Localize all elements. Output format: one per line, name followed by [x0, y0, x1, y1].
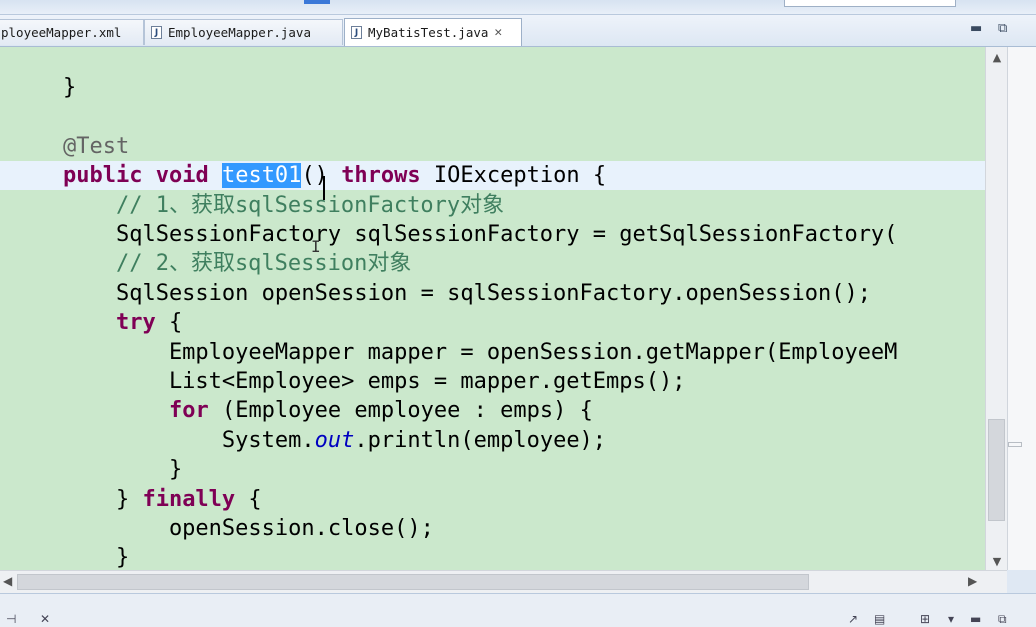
horizontal-scroll-thumb[interactable] [17, 574, 809, 590]
code-token: IOException { [420, 163, 607, 189]
tab-label: MyBatisTest.java [368, 25, 489, 40]
code-token: } [10, 75, 77, 100]
code-line: } [10, 73, 76, 102]
code-token: (Employee employee : emps) { [208, 398, 593, 424]
code-token: .println(employee); [354, 427, 607, 453]
code-line: // 1、获取sqlSessionFactory对象 [10, 191, 504, 220]
tab-label: ployeeMapper.xml [1, 25, 122, 40]
code-token: finally [142, 486, 236, 512]
pin-icon[interactable]: ↗ [848, 612, 858, 626]
minimize-icon[interactable]: ▬ [970, 21, 982, 36]
code-line: @Test [10, 132, 129, 161]
scroll-left-icon[interactable]: ◀ [3, 574, 12, 588]
code-line: } finally { [10, 485, 262, 514]
code-line: SqlSessionFactory sqlSessionFactory = ge… [10, 220, 897, 249]
code-token: SqlSessionFactory sqlSessionFactory = ge… [10, 222, 898, 247]
code-token: } [10, 457, 183, 483]
dropdown-icon[interactable]: ▾ [948, 612, 954, 626]
code-token: System. [10, 427, 315, 453]
editor-tab-bar: ployeeMapper.xml J EmployeeMapper.java J… [0, 15, 1036, 47]
close-icon[interactable]: ✕ [494, 25, 502, 40]
toolbar-highlight [304, 0, 330, 4]
overview-ruler [1007, 47, 1036, 570]
scroll-right-icon[interactable]: ▶ [968, 574, 977, 588]
tab-mybatistest-java[interactable]: J MyBatisTest.java ✕ [344, 18, 522, 46]
minimize-icon[interactable]: ▬ [970, 612, 981, 626]
code-token: for [168, 398, 209, 424]
code-token: EmployeeMapper mapper = openSession.getM… [10, 339, 898, 365]
code-token: @Test [10, 133, 130, 159]
close-icon[interactable]: ✕ [40, 612, 50, 626]
quick-access-field[interactable] [784, 0, 956, 7]
maximize-icon[interactable]: ⧉ [998, 612, 1007, 627]
code-line: try { [10, 308, 182, 337]
code-token: { [155, 310, 183, 336]
view-menu-icon[interactable]: ▤ [874, 612, 885, 626]
code-token: List<Employee> emps = mapper.getEmps(); [10, 369, 686, 394]
code-line: List<Employee> emps = mapper.getEmps(); [10, 367, 686, 396]
code-token: public [62, 163, 143, 189]
code-token: out [314, 427, 355, 453]
code-token: openSession.close(); [10, 516, 434, 541]
code-line: public void test01() throws IOException … [10, 161, 606, 190]
code-line: SqlSession openSession = sqlSessionFacto… [10, 279, 871, 308]
code-line: for (Employee employee : emps) { [10, 396, 593, 425]
code-line: openSession.close(); [10, 514, 434, 543]
code-line: // 2、获取sqlSession对象 [10, 249, 411, 278]
horizontal-scrollbar[interactable]: ◀ ▶ [0, 570, 1007, 593]
tab-employeemapper-java[interactable]: J EmployeeMapper.java [144, 19, 343, 45]
code-token: SqlSession openSession = sqlSessionFacto… [10, 280, 871, 306]
code-token: void [155, 163, 209, 189]
toolbar-strip [0, 0, 1036, 15]
code-token: } [10, 545, 130, 570]
code-token: { [235, 486, 262, 512]
java-file-icon: J [351, 26, 362, 39]
code-line: } [10, 455, 182, 484]
code-editor[interactable]: } @Test public void test01() throws IOEx… [0, 47, 985, 570]
overview-marker [1008, 442, 1022, 447]
code-token: throws [341, 163, 421, 189]
tab-employeemapper-xml[interactable]: ployeeMapper.xml [0, 19, 144, 45]
selected-token: test01 [221, 163, 302, 189]
mouse-ibeam-cursor: I [311, 237, 321, 256]
java-file-icon: J [151, 26, 162, 39]
code-token: () [301, 163, 342, 189]
code-token: } [10, 486, 143, 512]
vertical-scroll-thumb[interactable] [988, 419, 1005, 521]
code-token: try [115, 310, 156, 336]
code-line: System.out.println(employee); [10, 426, 606, 455]
vertical-scrollbar[interactable]: ▲ ▼ [985, 47, 1008, 570]
open-console-icon[interactable]: ⊞ [920, 612, 930, 626]
maximize-icon[interactable]: ⧉ [998, 21, 1007, 36]
bottom-panel-bar: ⊣ ✕ ↗ ▤ ⊞ ▾ ▬ ⧉ [0, 593, 1036, 627]
code-token: // 1、获取sqlSessionFactory对象 [10, 192, 505, 218]
text-cursor [323, 176, 325, 200]
scroll-up-icon[interactable]: ▲ [986, 51, 1008, 64]
code-line: EmployeeMapper mapper = openSession.getM… [10, 338, 898, 367]
scroll-down-icon[interactable]: ▼ [986, 555, 1008, 568]
code-token: // 2、获取sqlSession对象 [10, 251, 412, 277]
tab-label: EmployeeMapper.java [168, 25, 311, 40]
code-line: } [10, 543, 129, 570]
panel-tab-icon[interactable]: ⊣ [6, 612, 16, 626]
